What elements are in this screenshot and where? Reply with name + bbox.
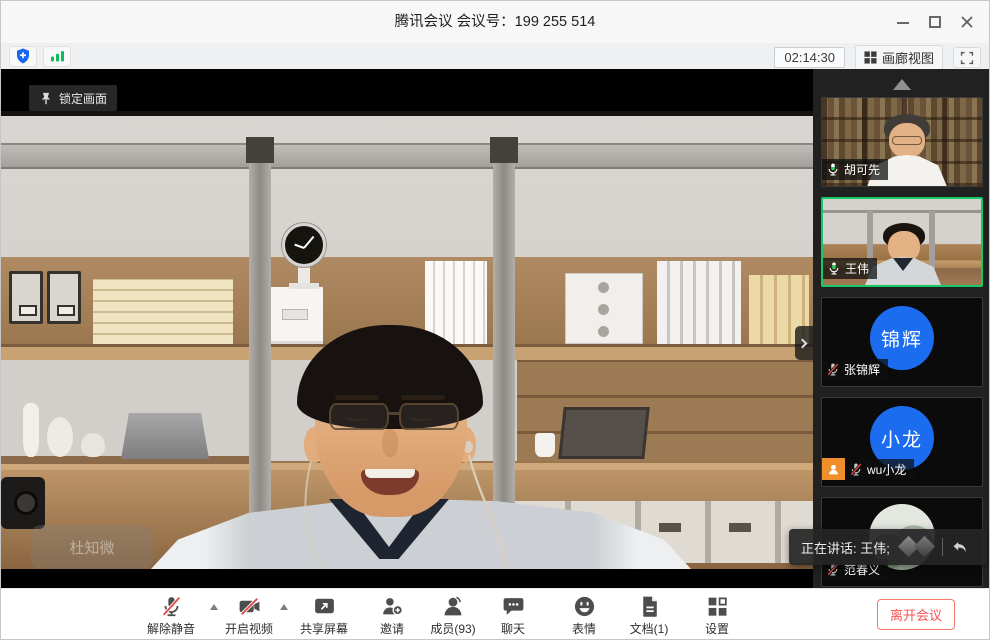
meeting-timer: 02:14:30	[774, 47, 845, 68]
pin-icon	[39, 91, 53, 106]
fullscreen-button[interactable]	[953, 47, 981, 68]
close-button[interactable]	[951, 6, 983, 38]
toast-divider	[942, 538, 943, 556]
security-shield-button[interactable]	[9, 46, 37, 67]
docs-label: 文档(1)	[630, 620, 669, 637]
meeting-window: 腾讯会议 会议号：199 255 514	[0, 0, 990, 640]
smiley-icon	[572, 594, 597, 619]
camera-off-icon	[237, 594, 262, 619]
person-icon	[827, 463, 840, 476]
leave-meeting-button[interactable]: 离开会议	[877, 599, 955, 630]
meeting-logo-icon	[898, 535, 940, 559]
grid-view-icon	[864, 51, 877, 64]
docs-button[interactable]: 文档(1)	[617, 594, 681, 637]
participant-tile[interactable]: 锦辉 张锦辉	[821, 297, 983, 387]
chevron-right-icon	[798, 338, 808, 348]
settings-grid-icon	[705, 594, 730, 619]
share-screen-icon	[312, 594, 337, 619]
mic-muted-icon	[159, 594, 184, 619]
main-video	[1, 111, 813, 569]
lock-view-button[interactable]: 锁定画面	[29, 85, 117, 111]
speaking-toast: 正在讲话: 王伟;	[789, 529, 987, 565]
members-label: 成员(93)	[430, 620, 475, 637]
close-icon	[960, 15, 974, 29]
participant-name: 张锦辉	[844, 361, 880, 378]
chat-bubble-icon	[501, 594, 526, 619]
statusbar: 02:14:30 画廊视图	[1, 43, 989, 69]
window-title: 腾讯会议 会议号：199 255 514	[1, 1, 989, 43]
settings-label: 设置	[705, 620, 729, 637]
titlebar: 腾讯会议 会议号：199 255 514	[1, 1, 989, 43]
chat-label: 聊天	[501, 620, 525, 637]
minimize-icon	[896, 15, 910, 29]
participant-name: wu小龙	[867, 461, 906, 478]
start-video-label: 开启视频	[225, 620, 273, 637]
invite-button[interactable]: 邀请	[360, 594, 424, 637]
collapse-sidebar-handle[interactable]	[795, 326, 813, 360]
participants-sidebar: 胡可先 王伟	[813, 69, 990, 588]
emoji-button[interactable]: 表情	[552, 594, 616, 637]
speaking-toast-text: 正在讲话: 王伟;	[801, 538, 890, 557]
settings-button[interactable]: 设置	[685, 594, 749, 637]
participant-name: 王伟	[845, 260, 869, 277]
participant-name-tag: 胡可先	[822, 159, 888, 180]
network-signal-button[interactable]	[43, 46, 71, 67]
mic-muted-icon	[826, 362, 840, 377]
share-screen-button[interactable]: 共享屏幕	[292, 594, 356, 637]
invite-person-icon	[380, 594, 405, 619]
mic-on-icon	[827, 261, 841, 276]
signal-bars-icon	[49, 48, 66, 64]
participant-tile[interactable]: 小龙 wu小龙	[821, 397, 983, 487]
speaker-person	[1, 111, 813, 569]
gallery-view-label: 画廊视图	[882, 48, 934, 67]
self-view-watermark: 杜知微	[31, 525, 153, 569]
fullscreen-icon	[960, 51, 974, 65]
participant-name-tag: 王伟	[823, 258, 877, 279]
unmute-label: 解除静音	[147, 620, 195, 637]
participant-tile[interactable]: 胡可先	[821, 97, 983, 187]
invite-label: 邀请	[380, 620, 404, 637]
statusbar-right: 02:14:30 画廊视图	[774, 45, 981, 70]
gallery-view-button[interactable]: 画廊视图	[855, 45, 943, 70]
participant-tile-active-speaker[interactable]: 王伟	[821, 197, 983, 287]
maximize-icon	[928, 15, 942, 29]
members-button[interactable]: 成员(93)	[421, 594, 485, 637]
unmute-button[interactable]: 解除静音	[139, 594, 203, 637]
participant-name-tag: wu小龙	[845, 459, 914, 480]
participant-name-tag: 张锦辉	[822, 359, 888, 380]
participant-name: 胡可先	[844, 161, 880, 178]
maximize-button[interactable]	[919, 6, 951, 38]
camera-options-caret[interactable]	[280, 604, 288, 610]
mic-on-icon	[826, 162, 840, 177]
hand-raised-badge	[822, 458, 845, 480]
mic-muted-icon	[849, 462, 863, 477]
reply-arrow-icon[interactable]	[951, 539, 968, 556]
scroll-up-arrow[interactable]	[893, 79, 911, 90]
emoji-label: 表情	[572, 620, 596, 637]
main-video-stage[interactable]: 锁定画面 杜知微	[1, 69, 813, 588]
meeting-content: 锁定画面 杜知微	[1, 69, 989, 588]
bottom-toolbar: 解除静音 开启视频 共享屏幕	[1, 588, 989, 640]
window-controls	[887, 6, 983, 38]
members-icon	[441, 594, 466, 619]
shield-icon	[14, 47, 32, 65]
lock-view-label: 锁定画面	[59, 90, 107, 107]
start-video-button[interactable]: 开启视频	[217, 594, 281, 637]
share-screen-label: 共享屏幕	[300, 620, 348, 637]
chat-button[interactable]: 聊天	[481, 594, 545, 637]
document-icon	[637, 594, 662, 619]
minimize-button[interactable]	[887, 6, 919, 38]
